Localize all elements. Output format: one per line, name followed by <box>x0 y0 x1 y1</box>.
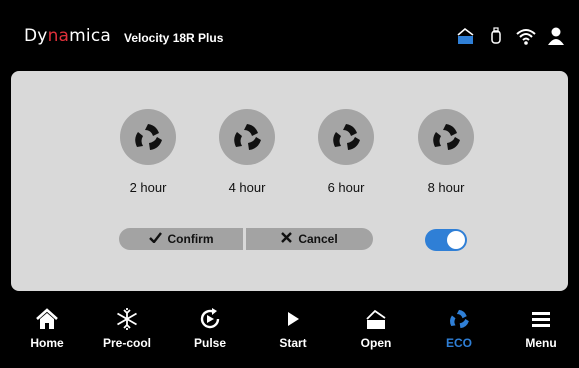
nav-home[interactable]: Home <box>12 306 82 350</box>
action-buttons: Confirm Cancel <box>119 228 373 250</box>
timer-label: 4 hour <box>228 180 266 195</box>
timer-label: 2 hour <box>129 180 167 195</box>
timer-option-8h[interactable]: 8 hour <box>401 109 491 195</box>
confirm-label: Confirm <box>167 232 214 246</box>
cancel-label: Cancel <box>298 232 338 246</box>
nav-label: Start <box>279 336 307 350</box>
play-icon <box>258 306 328 332</box>
bottom-nav: Home Pre-cool Pulse Start Open ECO Menu <box>0 300 579 368</box>
timer-option-6h[interactable]: 6 hour <box>301 109 391 195</box>
eco-icon <box>219 109 275 165</box>
brand-accent: na <box>47 26 70 46</box>
wifi-icon <box>515 26 537 46</box>
brand-logo: Dynamica <box>24 26 111 46</box>
checkmark-icon <box>148 232 162 246</box>
timer-option-4h[interactable]: 4 hour <box>202 109 292 195</box>
nav-label: Pre-cool <box>102 336 151 350</box>
status-icons <box>455 26 567 46</box>
nav-label: Menu <box>525 336 557 350</box>
cancel-button[interactable]: Cancel <box>246 228 373 250</box>
nav-label: Pulse <box>193 336 226 350</box>
brand-suffix: mica <box>69 26 112 46</box>
nav-pulse[interactable]: Pulse <box>175 306 245 350</box>
close-icon <box>281 232 293 246</box>
timer-options: 2 hour 4 hour 6 hour 8 hour <box>11 109 568 199</box>
nav-label: Open <box>360 336 392 350</box>
toggle-knob <box>447 231 465 249</box>
confirm-button[interactable]: Confirm <box>119 228 243 250</box>
eco-panel: 2 hour 4 hour 6 hour 8 hour Confirm Canc… <box>11 71 568 291</box>
nav-pre-cool[interactable]: Pre-cool <box>92 306 162 350</box>
timer-label: 6 hour <box>327 180 365 195</box>
eco-icon <box>120 109 176 165</box>
brand-prefix: Dy <box>24 26 48 46</box>
lid-open-icon <box>455 26 477 46</box>
eco-icon <box>418 109 474 165</box>
nav-start[interactable]: Start <box>258 306 328 350</box>
eco-icon <box>424 306 494 332</box>
pulse-icon <box>175 306 245 332</box>
eco-toggle[interactable] <box>425 229 467 251</box>
usb-icon <box>485 26 507 46</box>
user-icon <box>545 26 567 46</box>
nav-open[interactable]: Open <box>341 306 411 350</box>
nav-menu[interactable]: Menu <box>506 306 576 350</box>
nav-eco[interactable]: ECO <box>424 306 494 350</box>
nav-label: ECO <box>445 336 472 350</box>
nav-label: Home <box>30 336 64 350</box>
home-icon <box>12 306 82 332</box>
top-bar: Dynamica Velocity 18R Plus <box>0 0 579 70</box>
eco-icon <box>318 109 374 165</box>
model-name: Velocity 18R Plus <box>124 31 224 45</box>
timer-option-2h[interactable]: 2 hour <box>103 109 193 195</box>
menu-icon <box>506 306 576 332</box>
timer-label: 8 hour <box>427 180 465 195</box>
snowflake-icon <box>92 306 162 332</box>
lid-open-icon <box>341 306 411 332</box>
